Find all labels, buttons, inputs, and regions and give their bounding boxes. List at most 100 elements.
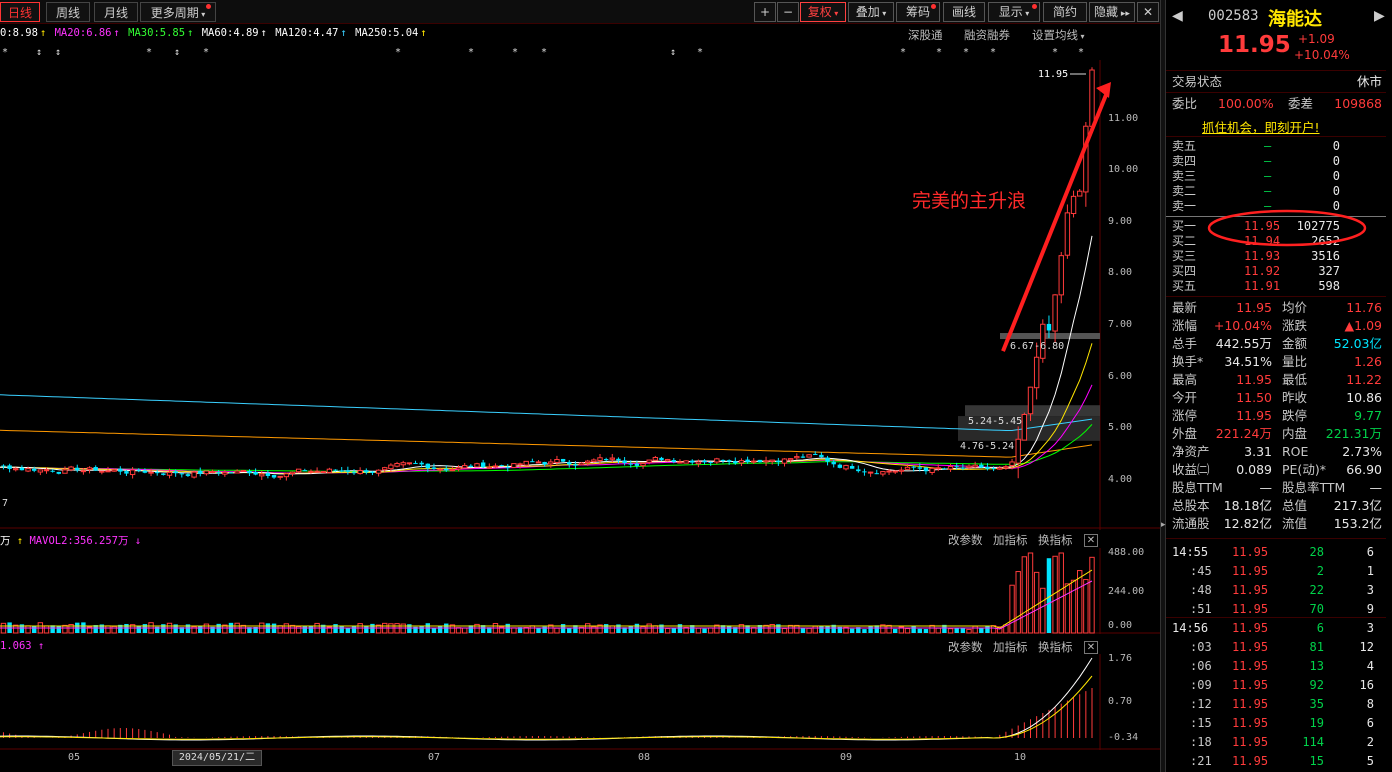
support-zone-label: 4.76-5.24 — [960, 441, 1015, 452]
candle-body — [486, 466, 493, 469]
star-icon[interactable]: * — [936, 47, 942, 58]
sgt-button[interactable]: 深股通 — [908, 27, 943, 43]
volume-bar — [677, 624, 683, 633]
volume-bar — [671, 628, 676, 633]
tab-daily[interactable]: 日线 — [0, 2, 40, 22]
volume-bar — [333, 624, 338, 633]
overlay-button[interactable]: 叠加 ▾ — [848, 2, 894, 22]
arrow-icon[interactable]: ↕ — [174, 47, 180, 58]
star-icon[interactable]: * — [697, 47, 703, 58]
high-price-label: 11.95 — [1038, 69, 1069, 80]
stat-row: 总手 442.55万 金额 52.03亿 — [1172, 335, 1384, 353]
candle-body — [597, 457, 603, 461]
close-chart-button[interactable]: ✕ — [1137, 2, 1159, 22]
ask-volume: 0 — [1332, 184, 1340, 198]
stat-label: 换手* — [1172, 354, 1204, 369]
volume-close-button[interactable]: ✕ — [1084, 534, 1098, 547]
tick-volume: 28 — [1309, 545, 1324, 559]
bid-level-3: 买三 11.93 3516 — [1172, 249, 1384, 264]
candle-body — [794, 456, 800, 459]
star-icon[interactable]: * — [900, 47, 906, 58]
tab-more-periods[interactable]: 更多周期 ▾ — [140, 2, 216, 22]
star-icon[interactable]: * — [1078, 47, 1084, 58]
tick-count: 16 — [1359, 678, 1374, 692]
volume-change-params-button[interactable]: 改参数 — [948, 532, 983, 548]
candle-body — [720, 459, 726, 461]
tick-time: :06 — [1190, 659, 1212, 673]
tab-monthly[interactable]: 月线 — [94, 2, 138, 22]
arrow-icon[interactable]: ↕ — [670, 47, 676, 58]
volume-ma-line — [0, 569, 1093, 629]
star-icon[interactable]: * — [2, 47, 8, 58]
price-axis-label: 7.00 — [1108, 319, 1133, 330]
star-icon[interactable]: * — [512, 47, 518, 58]
simple-button[interactable]: 简约 — [1043, 2, 1087, 22]
notification-dot-icon — [1032, 4, 1037, 9]
star-icon[interactable]: * — [990, 47, 996, 58]
volume-bar — [277, 625, 283, 634]
indicator-add-button[interactable]: 加指标 — [993, 639, 1028, 655]
indicator-chart[interactable] — [0, 654, 1160, 750]
indicator-close-button[interactable]: ✕ — [1084, 641, 1098, 654]
margin-trading-button[interactable]: 融资融券 — [964, 27, 1010, 43]
open-account-link[interactable]: 抓住机会，即刻开户! — [1202, 117, 1320, 136]
stat-value: 442.55万 — [1215, 336, 1272, 351]
volume-bar — [289, 624, 296, 634]
star-icon[interactable]: * — [468, 47, 474, 58]
candle-body — [738, 460, 745, 464]
volume-bar — [886, 624, 892, 634]
draw-line-button[interactable]: 画线 — [943, 2, 985, 22]
event-markers: * ↕ ↕ * ↕ * * * * * ↕ * * * * * * * — [0, 47, 1100, 61]
bid-price: 11.91 — [1244, 279, 1281, 293]
star-icon[interactable]: * — [203, 47, 209, 58]
zoom-in-button[interactable]: + — [754, 2, 776, 22]
candle-body — [62, 469, 68, 474]
candle-body — [449, 469, 456, 472]
price-axis-label: 4.00 — [1108, 474, 1133, 485]
stat-label: 净资产 — [1172, 444, 1210, 459]
star-icon[interactable]: * — [541, 47, 547, 58]
volume-add-indicator-button[interactable]: 加指标 — [993, 532, 1028, 548]
stat-label: 内盘 — [1282, 426, 1308, 441]
fuquan-button[interactable]: 复权 ▾ — [800, 2, 846, 22]
zoom-out-button[interactable]: − — [777, 2, 799, 22]
volume-switch-indicator-button[interactable]: 换指标 — [1038, 532, 1073, 548]
candle-body — [118, 468, 123, 472]
candle-body — [942, 468, 947, 470]
hide-label: 隐藏 — [1094, 5, 1119, 19]
tab-weekly[interactable]: 周线 — [46, 2, 90, 22]
candle-body — [1070, 195, 1077, 215]
next-stock-icon[interactable]: ▶ — [1374, 8, 1385, 24]
price-axis-label: 10.00 — [1108, 164, 1139, 175]
candle-body — [1077, 190, 1083, 197]
star-icon[interactable]: * — [1052, 47, 1058, 58]
indicator-switch-button[interactable]: 换指标 — [1038, 639, 1073, 655]
tick-count: 12 — [1359, 640, 1374, 654]
candle-body — [1064, 212, 1071, 256]
indicator-change-params-button[interactable]: 改参数 — [948, 639, 983, 655]
stat-row: 收益㈡ 0.089 PE(动)* 66.90 — [1172, 461, 1384, 479]
volume-bar — [954, 627, 959, 633]
star-icon[interactable]: * — [395, 47, 401, 58]
candle-body — [825, 457, 830, 462]
ma-settings-button[interactable]: 设置均线 ▾ — [1032, 27, 1085, 43]
bid-level-4: 买四 11.92 327 — [1172, 264, 1384, 279]
candle-body — [93, 467, 98, 471]
caret-down-icon: ▾ — [1078, 32, 1085, 41]
trade-state-value: 休市 — [1356, 74, 1382, 89]
arrow-icon[interactable]: ↕ — [36, 47, 42, 58]
star-icon[interactable]: * — [963, 47, 969, 58]
star-icon[interactable]: * — [146, 47, 152, 58]
tick-price: 11.95 — [1232, 621, 1269, 635]
kline-chart[interactable] — [0, 60, 1160, 530]
tick-count: 6 — [1366, 716, 1374, 730]
stat-value: 18.18亿 — [1223, 498, 1272, 513]
hide-button[interactable]: 隐藏 ▸▸ — [1089, 2, 1135, 22]
candle-body — [702, 460, 707, 463]
prev-stock-icon[interactable]: ◀ — [1172, 8, 1183, 24]
candle-body — [886, 470, 892, 473]
arrow-icon[interactable]: ↕ — [55, 47, 61, 58]
volume-bar — [1033, 571, 1040, 634]
volume-chart[interactable] — [0, 548, 1160, 634]
candle-body — [277, 475, 283, 478]
